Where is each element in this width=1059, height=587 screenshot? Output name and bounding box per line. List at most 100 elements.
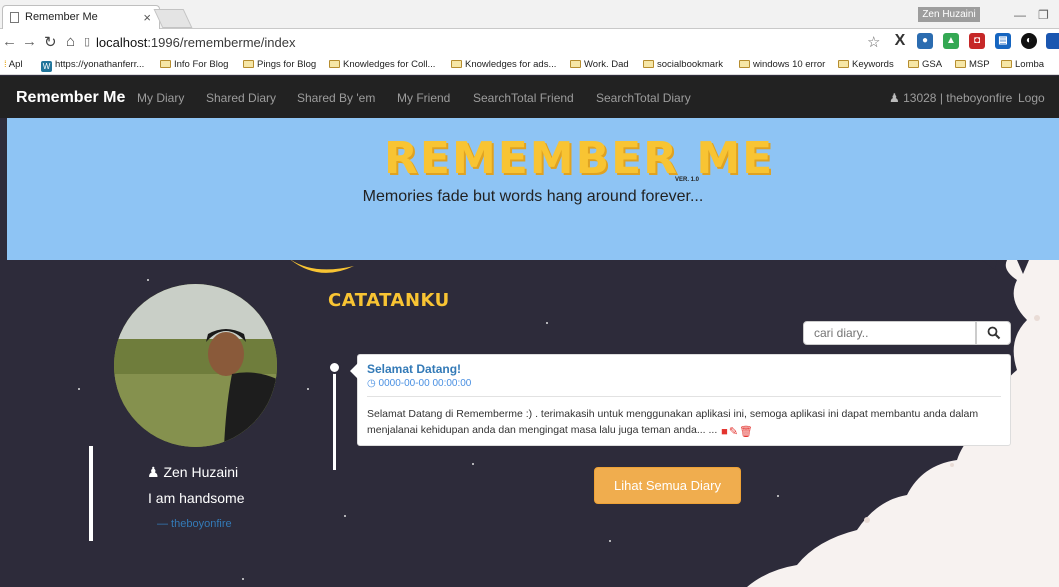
nav-shared-diary[interactable]: Shared Diary <box>206 91 276 105</box>
folder-icon <box>570 60 581 68</box>
bookmark-label: Info For Blog <box>174 59 229 70</box>
reload-icon[interactable]: ↻ <box>44 33 57 51</box>
bookmark-folder[interactable]: Knowledges for Coll... <box>329 59 435 70</box>
star-decoration <box>344 515 346 517</box>
new-extension-icon[interactable]: ▤ <box>995 33 1011 49</box>
bookmark-folder[interactable]: Keywords <box>838 59 894 70</box>
logo-version: VER. 1.0 <box>675 177 700 183</box>
bookmark-apps[interactable]: ⁞ Apl <box>4 59 23 70</box>
bookmark-folder[interactable]: Pings for Blog <box>243 59 316 70</box>
profile-chip[interactable]: Zen Huzaini <box>918 7 980 22</box>
nav-search-friend[interactable]: SearchTotal Friend <box>473 91 574 105</box>
url-bar[interactable]: localhost:1996/rememberme/index <box>96 35 295 50</box>
card-divider <box>367 396 1001 397</box>
bookmark-label: socialbookmark <box>657 59 723 70</box>
diary-date: ◷ 0000-00-00 00:00:00 <box>367 378 471 389</box>
bookmark-folder[interactable]: Work. Dad <box>570 59 629 70</box>
tagline: Memories fade but words hang around fore… <box>362 188 704 205</box>
nav-user-label: 13028 | theboyonfire <box>903 91 1013 105</box>
diary-actions: ■✎🗑 <box>720 424 753 440</box>
bookmark-label: Lomba <box>1015 59 1045 70</box>
bookmark-folder[interactable]: GSA <box>908 59 942 70</box>
apps-icon: ⁞ <box>4 59 7 70</box>
bookmark-label: Work. Dad <box>584 59 629 70</box>
bookmarks-bar: ⁞ Apl Whttps://yonathanferr... Info For … <box>0 55 1059 75</box>
profile-handle[interactable]: — theboyonfire <box>157 518 232 530</box>
bookmark-label: MSP <box>969 59 990 70</box>
profile-name-text: Zen Huzaini <box>163 464 239 480</box>
star-decoration <box>609 540 611 542</box>
bookmark-folder[interactable]: Knowledges for ads... <box>451 59 556 70</box>
bookmark-star-icon[interactable]: ☆ <box>867 33 880 51</box>
bookmark-label: Knowledges for ads... <box>465 59 557 70</box>
nav-my-diary[interactable]: My Diary <box>137 91 184 105</box>
color-extension-icon[interactable]: ◐ <box>1021 33 1037 49</box>
star-decoration <box>78 388 80 390</box>
search-button[interactable] <box>976 321 1011 345</box>
nav-user-link[interactable]: ♟ 13028 | theboyonfire <box>889 91 1012 105</box>
bookmark-folder[interactable]: socialbookmark <box>643 59 723 70</box>
blue-extension-icon[interactable] <box>1046 33 1059 49</box>
browser-tab[interactable]: Remember Me × <box>2 5 160 29</box>
book-icon[interactable]: ■ <box>721 424 728 440</box>
user-icon: ♟ <box>889 91 900 105</box>
header-banner: REMEMBER ME VER. 1.0 Memories fade but w… <box>7 118 1059 260</box>
nav-shared-by-em[interactable]: Shared By 'em <box>297 91 375 105</box>
bookmark-folder[interactable]: Info For Blog <box>160 59 228 70</box>
folder-icon <box>955 60 966 68</box>
diary-body: Selamat Datang di Rememberme :) . terima… <box>367 406 997 440</box>
clock-icon: ◷ <box>367 378 376 389</box>
moon-decoration <box>290 260 354 273</box>
folder-icon <box>243 60 254 68</box>
nav-logout[interactable]: Logo <box>1018 91 1045 105</box>
folder-icon <box>451 60 462 68</box>
bookmark-folder[interactable]: windows 10 error <box>739 59 825 70</box>
page-info-icon[interactable]: ▯ <box>84 35 90 48</box>
page-icon <box>10 12 19 23</box>
person-extension-icon[interactable]: ● <box>917 33 933 49</box>
diary-title[interactable]: Selamat Datang! <box>367 362 461 376</box>
folder-icon <box>908 60 919 68</box>
folder-icon <box>160 60 171 68</box>
view-all-diary-button[interactable]: Lihat Semua Diary <box>594 467 741 504</box>
tab-close-icon[interactable]: × <box>143 10 151 25</box>
card-arrow <box>350 363 358 379</box>
browser-tab-strip: Remember Me × Zen Huzaini — ❐ <box>0 0 1059 29</box>
bookmark-folder[interactable]: Lomba <box>1001 59 1044 70</box>
folder-icon <box>838 60 849 68</box>
x-extension-icon[interactable]: X <box>892 33 908 49</box>
avatar <box>114 284 277 447</box>
profile-name: ♟ Zen Huzaini <box>147 464 238 481</box>
shield-extension-icon[interactable]: ◘ <box>969 33 985 49</box>
bookmark-label: Pings for Blog <box>257 59 317 70</box>
diary-card: Selamat Datang! ◷ 0000-00-00 00:00:00 Se… <box>350 354 1011 446</box>
bookmark-wordpress[interactable]: Whttps://yonathanferr... <box>41 59 144 72</box>
user-icon: ♟ <box>147 464 160 480</box>
bookmark-folder[interactable]: MSP <box>955 59 990 70</box>
nav-my-friend[interactable]: My Friend <box>397 91 450 105</box>
wordpress-icon: W <box>41 61 52 72</box>
drive-extension-icon[interactable]: ▲ <box>943 33 959 49</box>
bookmark-label: Keywords <box>852 59 894 70</box>
star-decoration <box>147 279 149 281</box>
diary-date-text: 0000-00-00 00:00:00 <box>378 378 472 389</box>
url-host: localhost <box>96 35 148 50</box>
nav-search-diary[interactable]: SearchTotal Diary <box>596 91 691 105</box>
trash-icon[interactable]: 🗑 <box>739 424 753 440</box>
navbar-brand[interactable]: Remember Me <box>16 89 125 107</box>
avatar-photo <box>114 284 277 447</box>
folder-icon <box>739 60 750 68</box>
minimize-icon[interactable]: — <box>1014 8 1026 22</box>
search-input[interactable] <box>803 321 976 345</box>
edit-icon[interactable]: ✎ <box>729 424 738 440</box>
bookmark-label: https://yonathanferr... <box>55 59 145 70</box>
profile-bio: I am handsome <box>148 490 245 506</box>
browser-toolbar: ← → ↻ ⌂ ▯ localhost:1996/rememberme/inde… <box>0 29 1059 55</box>
home-icon[interactable]: ⌂ <box>66 33 75 50</box>
restore-icon[interactable]: ❐ <box>1038 8 1049 22</box>
back-icon[interactable]: ← <box>2 33 17 50</box>
timeline-line <box>333 364 336 470</box>
forward-icon[interactable]: → <box>22 33 37 50</box>
bookmark-label: Knowledges for Coll... <box>343 59 436 70</box>
diary-body-text: Selamat Datang di Rememberme :) . terima… <box>367 408 979 436</box>
